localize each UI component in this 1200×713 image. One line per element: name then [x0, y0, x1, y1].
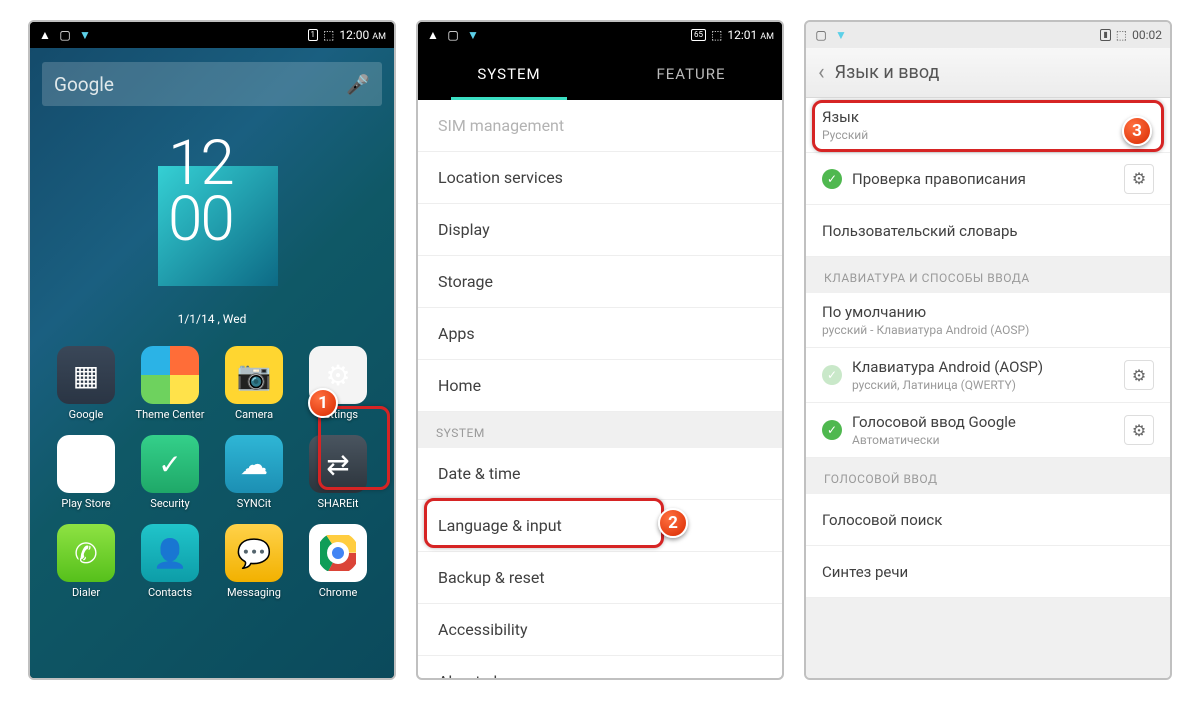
status-time: 00:02	[1132, 28, 1162, 42]
gear-icon[interactable]: ⚙	[1124, 415, 1154, 445]
item-date-time[interactable]: Date & time	[418, 448, 782, 500]
app-contacts[interactable]: 👤Contacts	[128, 524, 212, 599]
section-system-header: SYSTEM	[418, 412, 782, 448]
shield-icon: ▼	[466, 28, 480, 42]
item-backup-reset[interactable]: Backup & reset	[418, 552, 782, 604]
check-icon: ✓	[822, 365, 842, 385]
app-camera[interactable]: 📷Camera	[212, 346, 296, 421]
app-play-store[interactable]: ▶Play Store	[44, 435, 128, 510]
status-bar: ▲ ▢ ▼ 65 ⬚ 12:01 AM	[418, 22, 782, 48]
settings-list[interactable]: SIM management Location services Display…	[418, 100, 782, 678]
item-tts[interactable]: Синтез речи	[806, 546, 1170, 598]
item-spellcheck[interactable]: ✓ Проверка правописания ⚙	[806, 153, 1170, 205]
app-syncit[interactable]: ☁SYNCit	[212, 435, 296, 510]
app-google-folder[interactable]: ▦Google	[44, 346, 128, 421]
app-grid: ▦Google Theme Center 📷Camera ⚙Settings ▶…	[30, 346, 394, 609]
item-default-keyboard[interactable]: По умолчанию русский - Клавиатура Androi…	[806, 293, 1170, 348]
app-chrome[interactable]: Chrome	[296, 524, 380, 599]
battery-charging-icon: ⬚	[323, 28, 334, 42]
search-placeholder: Google	[54, 73, 114, 96]
step-badge-2: 2	[658, 508, 688, 538]
clock-date: 1/1/14 , Wed	[132, 312, 292, 326]
section-keyboard-header: КЛАВИАТУРА И СПОСОБЫ ВВОДА	[806, 257, 1170, 293]
tab-system[interactable]: SYSTEM	[418, 48, 600, 100]
image-icon: ▢	[814, 28, 828, 42]
app-dialer[interactable]: ✆Dialer	[44, 524, 128, 599]
gear-icon[interactable]: ⚙	[1124, 164, 1154, 194]
header-title: Язык и ввод	[835, 62, 940, 83]
status-time: 12:00 AM	[339, 28, 386, 42]
clock-widget[interactable]: 1200 1/1/14 , Wed	[132, 130, 292, 300]
image-icon: ▢	[446, 28, 460, 42]
google-search-bar[interactable]: Google 🎤	[42, 62, 382, 106]
app-theme-center[interactable]: Theme Center	[128, 346, 212, 421]
shield-icon: ▼	[834, 28, 848, 42]
item-language[interactable]: Язык Русский	[806, 98, 1170, 153]
phone-settings-screen: ▲ ▢ ▼ 65 ⬚ 12:01 AM SYSTEM FEATURE SIM m…	[416, 20, 784, 680]
step-badge-1: 1	[308, 388, 338, 418]
app-shareit[interactable]: ⇄SHAREit	[296, 435, 380, 510]
battery-icon: ▮	[1100, 29, 1110, 41]
step-badge-3: 3	[1122, 116, 1152, 146]
item-user-dictionary[interactable]: Пользовательский словарь	[806, 205, 1170, 257]
phone-language-screen: ▢ ▼ ▮ ⬚ 00:02 ‹ Язык и ввод Язык Русский…	[804, 20, 1172, 680]
battery-icon: 1	[308, 29, 319, 41]
item-location-services[interactable]: Location services	[418, 152, 782, 204]
item-language-input[interactable]: Language & input	[418, 500, 782, 552]
status-time: 12:01 AM	[727, 28, 774, 42]
back-icon[interactable]: ‹	[818, 60, 825, 85]
phone-home-screen: ▲ ▢ ▼ 1 ⬚ 12:00 AM Google 🎤 1200 1/1/14 …	[28, 20, 396, 680]
image-icon: ▢	[58, 28, 72, 42]
item-apps[interactable]: Apps	[418, 308, 782, 360]
app-settings[interactable]: ⚙Settings	[296, 346, 380, 421]
item-display[interactable]: Display	[418, 204, 782, 256]
mic-icon[interactable]: 🎤	[346, 73, 370, 96]
item-accessibility[interactable]: Accessibility	[418, 604, 782, 656]
item-sim-management: SIM management	[418, 100, 782, 152]
check-icon[interactable]: ✓	[822, 169, 842, 189]
item-aosp-keyboard[interactable]: ✓ Клавиатура Android (AOSP) русский, Лат…	[806, 348, 1170, 403]
shield-icon: ▼	[78, 28, 92, 42]
battery-charging-icon: ⬚	[1116, 28, 1127, 42]
status-bar: ▲ ▢ ▼ 1 ⬚ 12:00 AM	[30, 22, 394, 48]
tab-feature[interactable]: FEATURE	[600, 48, 782, 100]
app-security[interactable]: ✓Security	[128, 435, 212, 510]
language-settings-list[interactable]: Язык Русский ✓ Проверка правописания ⚙ П…	[806, 98, 1170, 678]
screen-header: ‹ Язык и ввод	[806, 48, 1170, 98]
warning-icon: ▲	[38, 28, 52, 42]
item-voice-search[interactable]: Голосовой поиск	[806, 494, 1170, 546]
battery-charging-icon: ⬚	[711, 28, 722, 42]
check-icon[interactable]: ✓	[822, 420, 842, 440]
status-bar: ▢ ▼ ▮ ⬚ 00:02	[806, 22, 1170, 48]
item-about-phone[interactable]: About phone	[418, 656, 782, 678]
battery-icon: 65	[691, 29, 706, 41]
warning-icon: ▲	[426, 28, 440, 42]
app-messaging[interactable]: 💬Messaging	[212, 524, 296, 599]
settings-tabs: SYSTEM FEATURE	[418, 48, 782, 100]
item-home[interactable]: Home	[418, 360, 782, 412]
gear-icon[interactable]: ⚙	[1124, 360, 1154, 390]
item-storage[interactable]: Storage	[418, 256, 782, 308]
section-voice-header: ГОЛОСОВОЙ ВВОД	[806, 458, 1170, 494]
item-google-voice-input[interactable]: ✓ Голосовой ввод Google Автоматически ⚙	[806, 403, 1170, 458]
